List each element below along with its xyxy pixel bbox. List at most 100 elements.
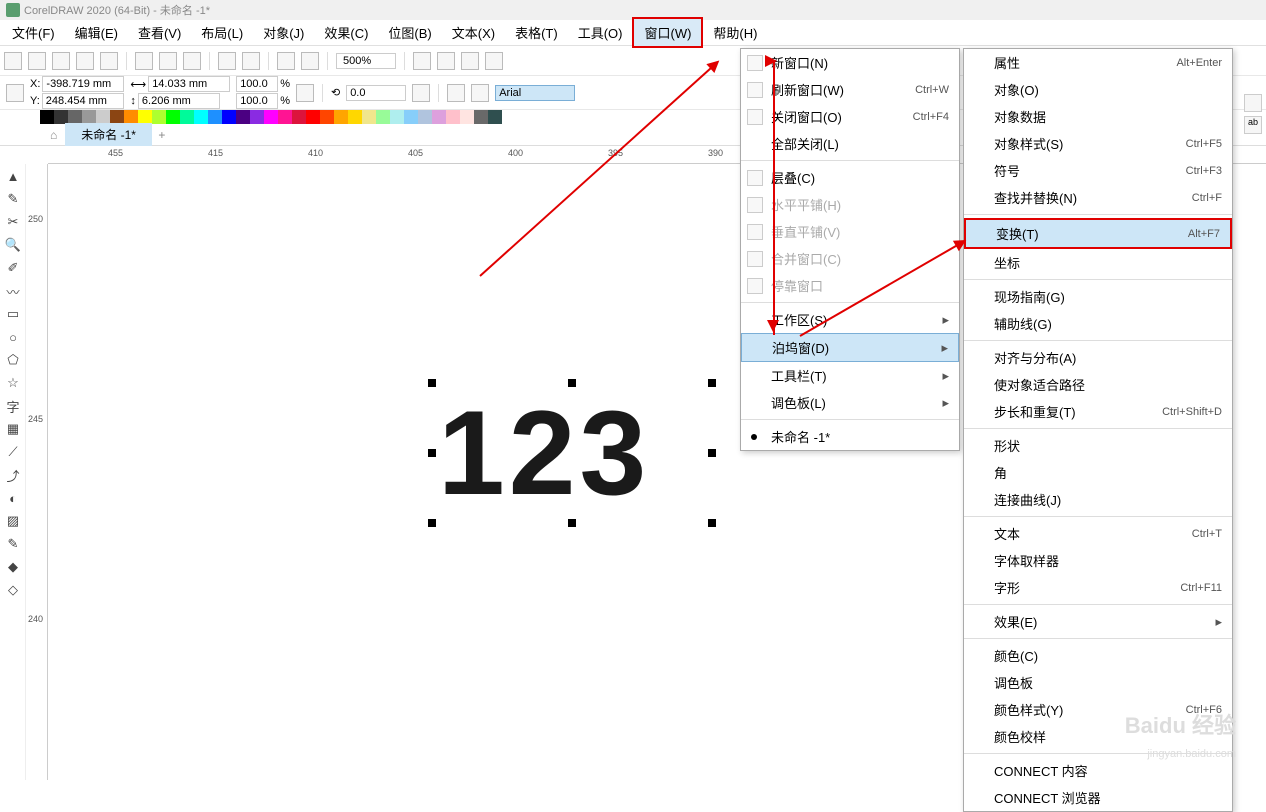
- menu-item[interactable]: 连接曲线(J): [964, 486, 1232, 513]
- y-input[interactable]: [42, 93, 124, 109]
- sel-handle[interactable]: [428, 519, 436, 527]
- color-swatch[interactable]: [82, 110, 96, 124]
- open-icon[interactable]: [28, 52, 46, 70]
- color-swatch[interactable]: [432, 110, 446, 124]
- smart-tool[interactable]: 〰: [3, 281, 23, 301]
- align-icon[interactable]: [447, 84, 465, 102]
- distribute-icon[interactable]: [471, 84, 489, 102]
- cloud-icon[interactable]: [76, 52, 94, 70]
- color-swatch[interactable]: [278, 110, 292, 124]
- color-swatch[interactable]: [376, 110, 390, 124]
- fill-tool[interactable]: ◆: [3, 557, 23, 577]
- menu-item[interactable]: 现场指南(G): [964, 283, 1232, 310]
- sel-handle[interactable]: [428, 449, 436, 457]
- menu-item[interactable]: 查找并替换(N)Ctrl+F: [964, 184, 1232, 211]
- color-swatch[interactable]: [166, 110, 180, 124]
- table-tool[interactable]: ▦: [3, 419, 23, 439]
- menu-9[interactable]: 工具(O): [568, 19, 633, 46]
- color-swatch[interactable]: [138, 110, 152, 124]
- color-swatch[interactable]: [250, 110, 264, 124]
- rectangle-tool[interactable]: ▭: [3, 304, 23, 324]
- color-swatch[interactable]: [180, 110, 194, 124]
- sel-handle[interactable]: [708, 519, 716, 527]
- menu-8[interactable]: 表格(T): [505, 19, 568, 46]
- menu-3[interactable]: 布局(L): [191, 19, 253, 46]
- shape-tool[interactable]: ✎: [3, 189, 23, 209]
- color-swatch[interactable]: [152, 110, 166, 124]
- transparency-tool[interactable]: ▨: [3, 511, 23, 531]
- clipboard-icon[interactable]: [183, 52, 201, 70]
- color-swatch[interactable]: [68, 110, 82, 124]
- export-icon[interactable]: [301, 52, 319, 70]
- menu-item[interactable]: 文本Ctrl+T: [964, 520, 1232, 547]
- menu-2[interactable]: 查看(V): [128, 19, 191, 46]
- dimension-tool[interactable]: ⟋: [3, 442, 23, 462]
- color-swatch[interactable]: [362, 110, 376, 124]
- star-tool[interactable]: ☆: [3, 373, 23, 393]
- color-swatch[interactable]: [446, 110, 460, 124]
- connector-tool[interactable]: ⤴: [3, 465, 23, 485]
- menu-item[interactable]: 形状: [964, 432, 1232, 459]
- menu-item[interactable]: 符号Ctrl+F3: [964, 157, 1232, 184]
- outline-tool[interactable]: ◇: [3, 580, 23, 600]
- color-swatch[interactable]: [460, 110, 474, 124]
- undo-icon[interactable]: [218, 52, 236, 70]
- menu-0[interactable]: 文件(F): [2, 19, 65, 46]
- sel-handle[interactable]: [708, 449, 716, 457]
- menu-item[interactable]: 泊坞窗(D)▸: [741, 333, 959, 362]
- new-tab-button[interactable]: +: [152, 128, 172, 142]
- menu-item[interactable]: 对齐与分布(A): [964, 344, 1232, 371]
- new-icon[interactable]: [4, 52, 22, 70]
- menu-7[interactable]: 文本(X): [442, 19, 505, 46]
- color-swatch[interactable]: [320, 110, 334, 124]
- menu-item[interactable]: 工具栏(T)▸: [741, 362, 959, 389]
- color-swatch[interactable]: [40, 110, 54, 124]
- color-swatch[interactable]: [390, 110, 404, 124]
- menu-item[interactable]: 坐标: [964, 249, 1232, 276]
- effects-tool[interactable]: ◐: [3, 488, 23, 508]
- sel-handle[interactable]: [708, 379, 716, 387]
- crop-tool[interactable]: ✂: [3, 212, 23, 232]
- h-input[interactable]: [138, 93, 220, 109]
- menu-item[interactable]: 角: [964, 459, 1232, 486]
- color-swatch[interactable]: [488, 110, 502, 124]
- menu-6[interactable]: 位图(B): [378, 19, 441, 46]
- color-swatch[interactable]: [404, 110, 418, 124]
- menu-item[interactable]: 变换(T)Alt+F7: [964, 218, 1232, 249]
- canvas-text-object[interactable]: 123: [438, 384, 650, 522]
- origin-icon[interactable]: [6, 84, 24, 102]
- home-icon[interactable]: ⌂: [50, 128, 57, 142]
- menu-item[interactable]: 对象样式(S)Ctrl+F5: [964, 130, 1232, 157]
- docker-abc-icon[interactable]: ab: [1244, 116, 1262, 134]
- zoom-tool[interactable]: 🔍: [3, 235, 23, 255]
- w-input[interactable]: [148, 76, 230, 92]
- docker-icon[interactable]: [1244, 94, 1262, 112]
- lock-ratio-icon[interactable]: [296, 84, 314, 102]
- document-tab[interactable]: 未命名 -1*: [65, 123, 152, 146]
- menu-item[interactable]: 对象(O): [964, 76, 1232, 103]
- color-swatch[interactable]: [264, 110, 278, 124]
- color-swatch[interactable]: [110, 110, 124, 124]
- guide-icon[interactable]: [461, 52, 479, 70]
- mirror-h-icon[interactable]: [412, 84, 430, 102]
- menu-item[interactable]: 字形Ctrl+F11: [964, 574, 1232, 601]
- x-input[interactable]: [42, 76, 124, 92]
- color-swatch[interactable]: [96, 110, 110, 124]
- color-swatch[interactable]: [26, 110, 40, 124]
- menu-1[interactable]: 编辑(E): [65, 19, 128, 46]
- menu-4[interactable]: 对象(J): [253, 19, 314, 46]
- freehand-tool[interactable]: ✐: [3, 258, 23, 278]
- sel-handle[interactable]: [568, 519, 576, 527]
- menu-11[interactable]: 帮助(H): [703, 19, 767, 46]
- menu-item[interactable]: 调色板(L)▸: [741, 389, 959, 416]
- opts-icon[interactable]: [485, 52, 503, 70]
- copy-icon[interactable]: [135, 52, 153, 70]
- paste-icon[interactable]: [159, 52, 177, 70]
- menu-item[interactable]: 属性Alt+Enter: [964, 49, 1232, 76]
- ellipse-tool[interactable]: ○: [3, 327, 23, 347]
- color-swatch[interactable]: [306, 110, 320, 124]
- redo-icon[interactable]: [242, 52, 260, 70]
- color-swatch[interactable]: [222, 110, 236, 124]
- rotation-input[interactable]: [346, 85, 406, 101]
- color-swatch[interactable]: [194, 110, 208, 124]
